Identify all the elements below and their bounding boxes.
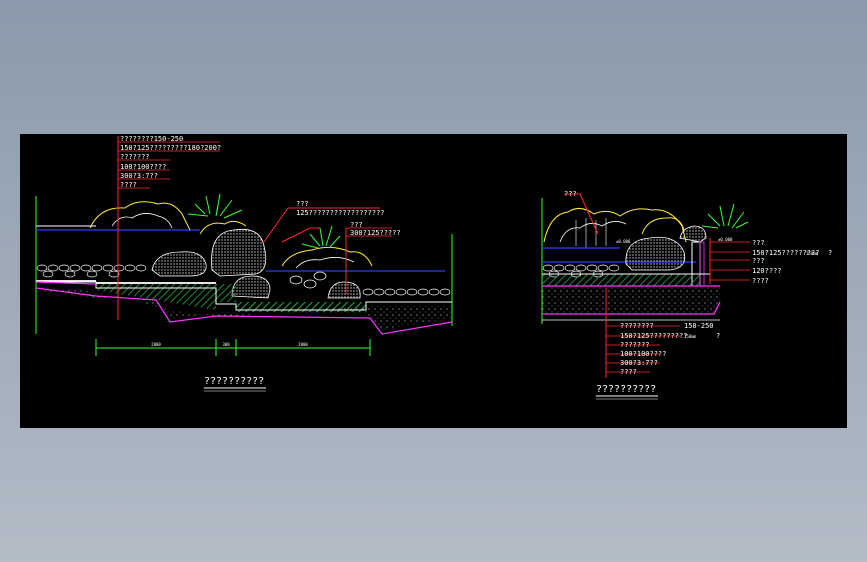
callout-label: 300?125????? <box>350 229 401 237</box>
rockery-outline-inner <box>111 213 173 229</box>
plant-icon <box>701 203 749 229</box>
level-mark: ±0.000 <box>616 239 631 244</box>
layer-label: 150?125????????? <box>620 332 687 340</box>
rockery-outline <box>543 208 687 243</box>
layer-label: 120???? <box>752 267 782 275</box>
layer-label-note: 150mm <box>684 334 697 339</box>
rockery-outline-right <box>281 246 373 267</box>
layer-label: 300?3:7?? <box>620 359 658 367</box>
leader-line <box>564 193 599 235</box>
layer-label: 100?100???? <box>620 350 666 358</box>
rockery-outline-right-inner <box>295 257 355 269</box>
wall-finish <box>699 241 705 287</box>
right-section-drawing: ±0.000 ±0.000 ??? ??? 150?125????????? ?… <box>541 190 832 400</box>
layer-label: ??????? <box>620 341 650 349</box>
section-title: ?????????? <box>204 376 264 387</box>
waterfall <box>575 218 607 248</box>
layer-label-suffix: ? <box>716 332 720 340</box>
section-title: ?????????? <box>596 384 656 395</box>
layer-label-suffix: ? <box>828 249 832 257</box>
callout-label: ??? <box>564 190 577 198</box>
layer-label: ??? <box>752 239 765 247</box>
rock <box>327 281 361 299</box>
layer-label: ???? <box>620 368 637 376</box>
concrete-layer <box>542 274 700 286</box>
layer-label: ???? <box>120 181 137 189</box>
left-section-drawing: 2000 300 2000 ????????150-250 150?125???… <box>35 135 453 392</box>
level-mark: ±0.000 <box>718 237 733 242</box>
layer-label: ??? <box>752 257 765 265</box>
rock-large <box>625 236 686 271</box>
callout-label: ??? <box>350 221 363 229</box>
rock-large <box>211 228 267 277</box>
dimension-label: 300 <box>222 342 230 347</box>
layer-label: ????????150-250 <box>120 135 183 143</box>
layer-label: 100?100???? <box>120 163 166 171</box>
callout-label: 125?????????????????? <box>296 209 385 217</box>
gravel-bed <box>542 286 720 314</box>
dimension-label: 2000 <box>151 342 161 347</box>
rockery-outline <box>641 217 685 235</box>
layer-label: 300?3:7?? <box>120 172 158 180</box>
dimension-label: 2000 <box>298 342 308 347</box>
layer-label: ??????? <box>120 153 150 161</box>
layer-label: 150?125?????????180?200? <box>120 144 221 152</box>
layer-label-note: 150mm <box>806 251 819 256</box>
layer-label: ???? <box>752 277 769 285</box>
plant-icon <box>187 193 243 219</box>
callout-label: ??? <box>296 200 309 208</box>
layer-label: ???????? <box>620 322 654 330</box>
rock <box>151 251 207 277</box>
rockery-outline <box>89 201 191 231</box>
cad-drawing-canvas: 2000 300 2000 ????????150-250 150?125???… <box>20 134 847 428</box>
layer-label-suffix: 150-250 <box>684 322 714 330</box>
rock <box>231 275 271 299</box>
